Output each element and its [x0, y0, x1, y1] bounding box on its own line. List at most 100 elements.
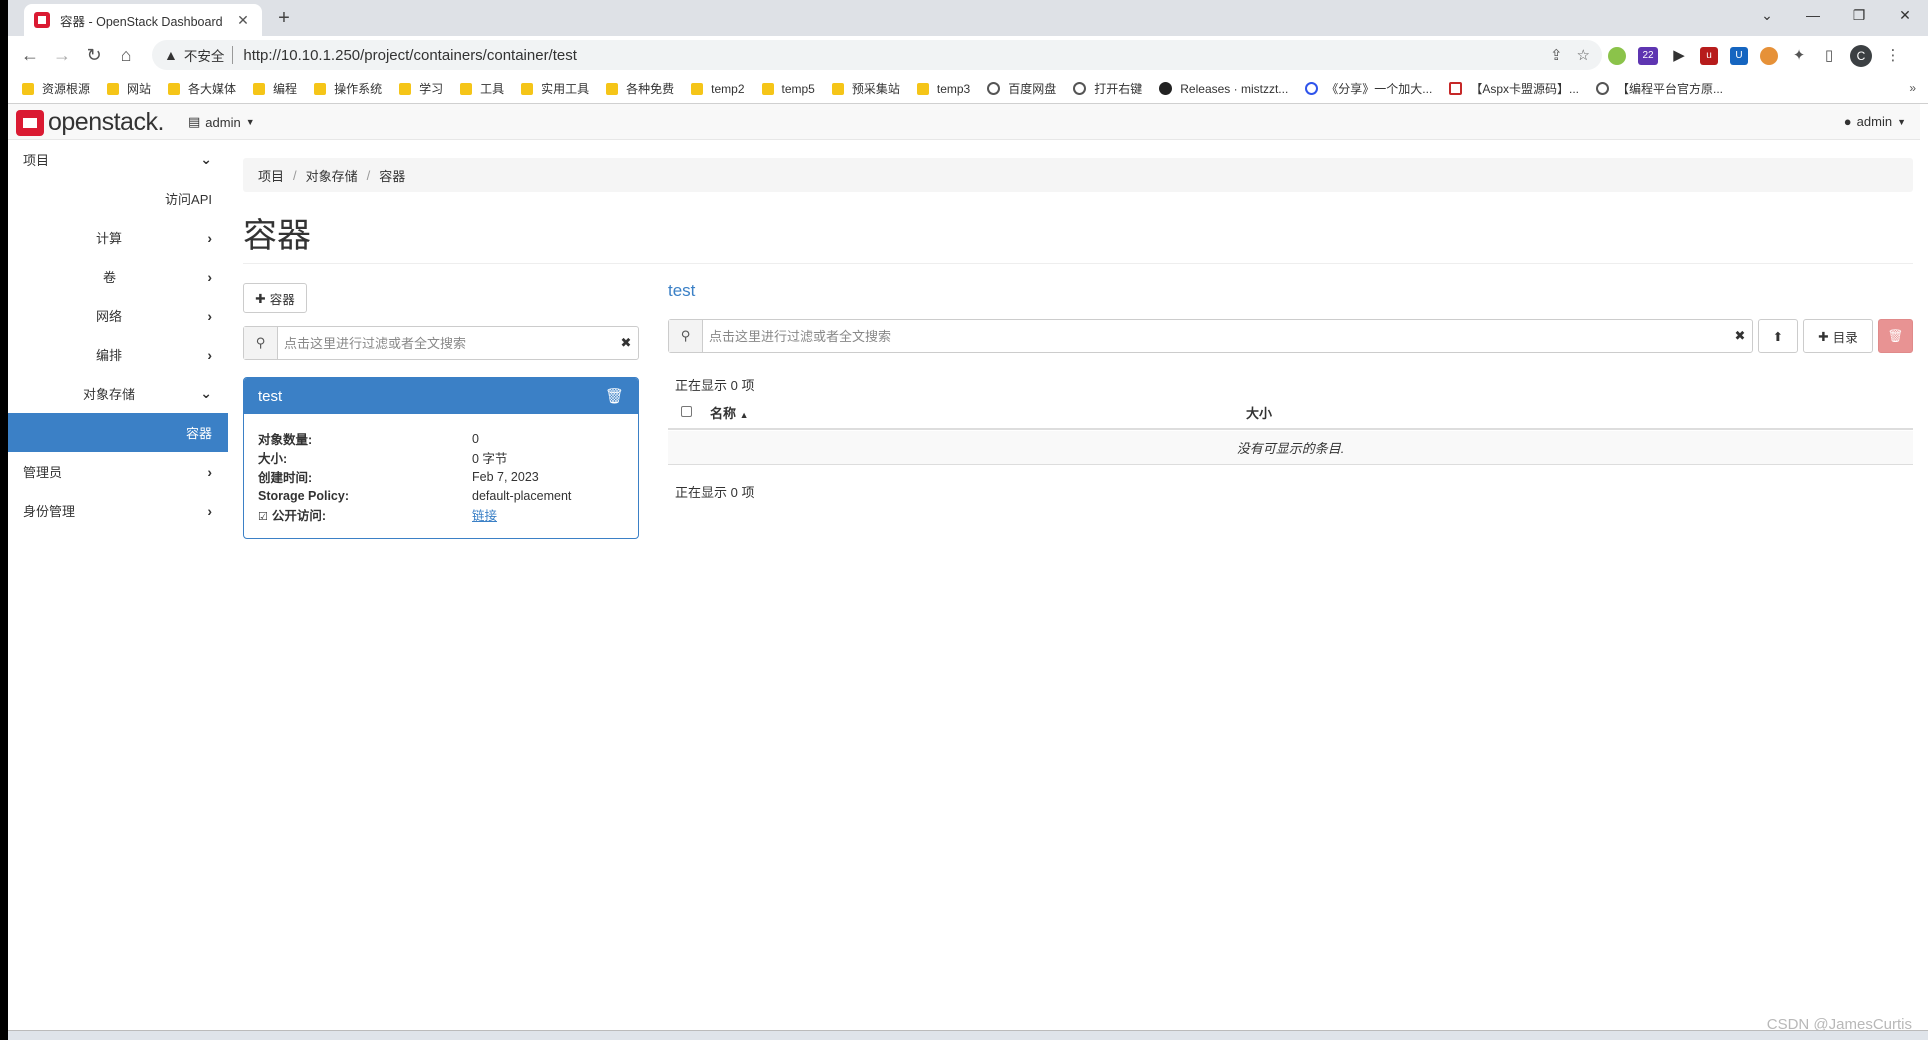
openstack-logo[interactable]: openstack.: [16, 108, 164, 137]
clear-search-icon[interactable]: ✖: [1728, 328, 1752, 344]
clear-search-icon[interactable]: ✖: [614, 335, 638, 351]
delete-container-icon[interactable]: 🗑︎: [605, 387, 624, 405]
more-menu-icon[interactable]: ⋮: [1884, 47, 1902, 65]
container-card-header[interactable]: test 🗑︎: [244, 378, 638, 414]
new-tab-button[interactable]: +: [272, 7, 296, 30]
bookmark-item[interactable]: temp2: [691, 82, 745, 96]
bookmark-item[interactable]: 资源根源: [22, 80, 90, 97]
delete-objects-button[interactable]: 🗑︎: [1878, 319, 1913, 353]
folder-icon: [691, 82, 704, 95]
bookmark-item[interactable]: 学习: [399, 80, 443, 97]
close-window-button[interactable]: ✕: [1882, 0, 1928, 30]
bookmark-item[interactable]: 百度网盘: [987, 80, 1056, 97]
public-access-checkbox[interactable]: ☑: [258, 511, 268, 523]
breadcrumb-object-store[interactable]: 对象存储: [306, 166, 358, 185]
bitwarden-icon[interactable]: U: [1730, 47, 1748, 65]
sidebar-item-api-access[interactable]: 访问API: [8, 179, 228, 218]
profile-avatar[interactable]: C: [1850, 45, 1872, 67]
bookmark-item[interactable]: 操作系统: [314, 80, 382, 97]
bookmarks-more-icon[interactable]: »: [1909, 81, 1916, 95]
project-dropdown[interactable]: ▤ admin ▼: [188, 114, 255, 130]
bookmark-item[interactable]: 编程: [253, 80, 297, 97]
detail-row-created: 创建时间: Feb 7, 2023: [258, 467, 624, 486]
home-icon[interactable]: ⌂: [110, 45, 142, 66]
url-text[interactable]: http://10.10.1.250/project/containers/co…: [243, 47, 1536, 64]
sidebar-item-network[interactable]: 网络 ›: [8, 296, 228, 335]
insecure-label[interactable]: 不安全: [184, 45, 225, 65]
detail-key: 创建时间:: [258, 471, 313, 485]
side-panel-icon[interactable]: ▯: [1820, 47, 1838, 65]
bookmark-item[interactable]: 工具: [460, 80, 504, 97]
extensions-puzzle-icon[interactable]: ✦: [1790, 47, 1808, 65]
breadcrumb-project[interactable]: 项目: [258, 166, 284, 185]
detail-row-size: 大小: 0 字节: [258, 448, 624, 467]
sidebar-item-object-store[interactable]: 对象存储 ⌄: [8, 374, 228, 413]
chevron-right-icon: ›: [207, 307, 212, 324]
tab-close-icon[interactable]: ✕: [234, 12, 252, 29]
bookmark-item[interactable]: 【Aspx卡盟源码】...: [1449, 80, 1579, 97]
extension-green-icon[interactable]: [1608, 47, 1626, 65]
sidebar-item-label: 编排: [96, 348, 123, 363]
taskbar-edge: [8, 1030, 1928, 1040]
reload-icon[interactable]: ↻: [78, 45, 110, 66]
bookmark-item[interactable]: 【编程平台官方原...: [1596, 80, 1723, 97]
add-container-button[interactable]: ✚ 容器: [243, 283, 307, 313]
share-icon[interactable]: ⇪: [1550, 46, 1563, 64]
bookmark-item[interactable]: temp5: [761, 82, 815, 96]
project-name: admin: [205, 114, 241, 130]
chevron-down-icon: ⌄: [200, 151, 212, 167]
bookmark-star-icon[interactable]: ☆: [1577, 46, 1590, 64]
bookmark-item[interactable]: Releases · mistzzt...: [1159, 82, 1288, 96]
globe-icon: [1073, 82, 1087, 95]
restore-button[interactable]: ❐: [1836, 0, 1882, 30]
bookmark-item[interactable]: 《分享》一个加大...: [1305, 80, 1432, 97]
forward-arrow-icon[interactable]: →: [46, 45, 78, 66]
bookmark-item[interactable]: 各种免费: [606, 80, 674, 97]
container-details: 对象数量: 0 大小: 0 字节 创建时间: Feb 7, 2023 Stora…: [244, 414, 638, 538]
warning-icon[interactable]: ▲: [164, 47, 178, 63]
upload-file-button[interactable]: ⬆: [1758, 319, 1798, 353]
folder-icon: [606, 82, 619, 95]
chevron-right-icon: ›: [207, 229, 212, 246]
container-card[interactable]: test 🗑︎ 对象数量: 0 大小: 0 字节 创建时间: Feb 7, 20…: [243, 377, 639, 539]
detail-value: default-placement: [472, 488, 572, 503]
browser-tab-active[interactable]: 容器 - OpenStack Dashboard ✕: [24, 4, 262, 36]
bookmark-item[interactable]: temp3: [916, 82, 970, 96]
sidebar-item-volumes[interactable]: 卷 ›: [8, 257, 228, 296]
back-arrow-icon[interactable]: ←: [14, 45, 46, 66]
bookmark-item[interactable]: 实用工具: [521, 80, 589, 97]
object-search-input[interactable]: [703, 328, 1728, 344]
bookmark-item[interactable]: 打开右键: [1073, 80, 1142, 97]
openstack-logo-icon: [16, 109, 44, 136]
project-icon: ▤: [188, 114, 201, 129]
select-all-checkbox[interactable]: [681, 405, 692, 420]
container-name[interactable]: test: [258, 388, 282, 405]
sidebar-item-label: 管理员: [23, 465, 63, 480]
add-folder-button[interactable]: ✚ 目录: [1803, 319, 1873, 353]
folder-icon: [916, 82, 929, 95]
sidebar-item-label: 身份管理: [23, 504, 76, 519]
sidebar-item-identity[interactable]: 身份管理 ›: [8, 491, 228, 530]
bookmark-item[interactable]: 网站: [107, 80, 151, 97]
bookmark-item[interactable]: 各大媒体: [168, 80, 236, 97]
address-bar[interactable]: ▲ 不安全 http://10.10.1.250/project/contain…: [152, 40, 1602, 70]
play-extension-icon[interactable]: ▶: [1670, 47, 1688, 65]
bookmark-item[interactable]: 预采集站: [831, 80, 900, 97]
sidebar-item-label: 网络: [96, 309, 123, 324]
sidebar-item-compute[interactable]: 计算 ›: [8, 218, 228, 257]
public-link[interactable]: 链接: [472, 505, 497, 524]
cookie-icon[interactable]: [1760, 47, 1778, 65]
sidebar-item-admin[interactable]: 管理员 ›: [8, 452, 228, 491]
user-dropdown[interactable]: ● admin ▼: [1844, 114, 1906, 129]
detail-row-object-count: 对象数量: 0: [258, 429, 624, 448]
tab-search-icon[interactable]: ⌄: [1744, 0, 1790, 30]
column-name[interactable]: 名称 ▲: [710, 403, 749, 422]
column-size[interactable]: 大小: [1246, 403, 1272, 422]
ublock-icon[interactable]: u: [1700, 47, 1718, 65]
container-search-input[interactable]: [278, 335, 614, 351]
sidebar-item-orchestration[interactable]: 编排 ›: [8, 335, 228, 374]
minimize-button[interactable]: —: [1790, 0, 1836, 30]
sidebar-item-project[interactable]: 项目 ⌄: [8, 140, 228, 179]
extension-badge-icon[interactable]: 22: [1638, 47, 1658, 65]
sidebar-item-containers[interactable]: 容器: [8, 413, 228, 452]
